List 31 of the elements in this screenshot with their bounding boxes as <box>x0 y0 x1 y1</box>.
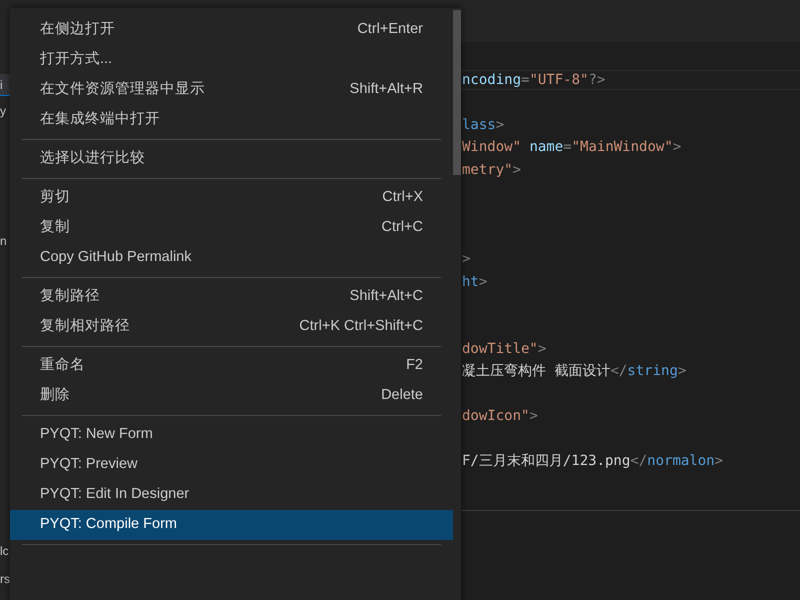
sidebar-item[interactable]: lc <box>0 540 12 562</box>
menu-item[interactable]: 复制相对路径 Ctrl+K Ctrl+Shift+C <box>10 312 453 342</box>
menu-item[interactable]: 删除 Delete <box>10 381 453 411</box>
code-line: dowTitle"> <box>462 340 546 357</box>
menu-item[interactable]: PYQT: New Form <box>10 420 453 450</box>
menu-item[interactable]: PYQT: Compile Form <box>10 510 453 540</box>
menu-item[interactable]: 剪切 Ctrl+X <box>10 183 453 213</box>
code-line: F/三月末和四月/123.png</normalon> <box>462 452 724 469</box>
scrollbar-thumb[interactable] <box>453 10 461 175</box>
code-line: ncoding="UTF-8"?> <box>462 72 606 88</box>
menu-item[interactable]: 在文件资源管理器中显示 Shift+Alt+R <box>10 75 453 105</box>
menu-item[interactable]: 选择以进行比较 <box>10 144 453 174</box>
menu-item[interactable]: 复制 Ctrl+C <box>10 213 453 243</box>
code-line: ht> <box>462 274 488 290</box>
sidebar-item[interactable]: y <box>0 100 12 122</box>
menu-item[interactable]: 重命名 F2 <box>10 351 453 381</box>
code-line: lass> <box>462 116 504 133</box>
code-line: metry"> <box>462 162 522 178</box>
menu-item[interactable]: Copy GitHub Permalink <box>10 243 453 273</box>
code-line: 凝土压弯构件 截面设计</string> <box>462 363 686 380</box>
menu-item[interactable]: 在集成终端中打开 <box>10 105 453 135</box>
menu-item[interactable]: 在侧边打开 Ctrl+Enter <box>10 15 453 45</box>
menu-item[interactable]: PYQT: Preview <box>10 450 453 480</box>
code-line: Window" name="MainWindow"> <box>462 139 682 156</box>
sidebar-item[interactable]: rs <box>0 568 12 590</box>
code-line: > <box>462 251 470 268</box>
code-line: dowIcon"> <box>462 408 538 424</box>
menu-item[interactable]: 打开方式... <box>10 45 453 75</box>
menu-item[interactable]: PYQT: Edit In Designer <box>10 480 453 510</box>
menu-item[interactable]: 复制路径 Shift+Alt+C <box>10 282 453 312</box>
sidebar-item[interactable]: n <box>0 230 12 252</box>
